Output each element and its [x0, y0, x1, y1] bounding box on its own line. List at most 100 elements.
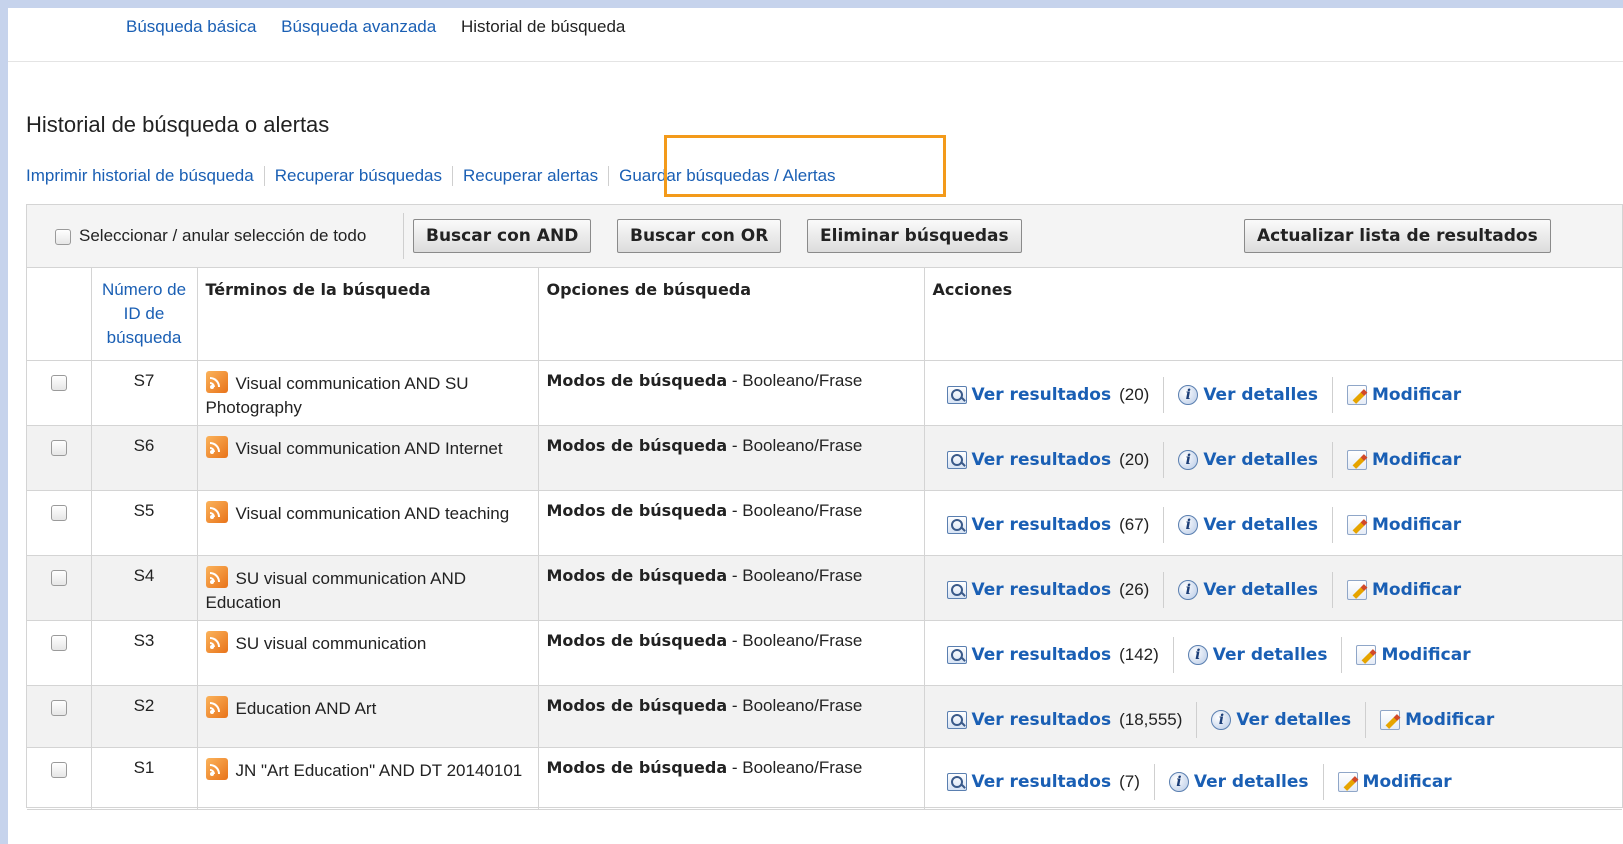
result-count: (7): [1119, 771, 1140, 791]
modify-label: Modificar: [1372, 579, 1462, 600]
modify-label: Modificar: [1372, 514, 1462, 535]
rss-feed-icon[interactable]: [205, 435, 228, 458]
search-options-label: Modos de búsqueda: [546, 500, 728, 520]
view-results-label: Ver resultados: [971, 449, 1112, 470]
view-results-link[interactable]: Ver resultados: [946, 772, 1111, 792]
view-results-link[interactable]: Ver resultados: [946, 710, 1111, 730]
modify-link[interactable]: Modificar: [1347, 579, 1462, 600]
row-checkbox[interactable]: [50, 374, 67, 391]
search-terms: SU visual communication: [235, 633, 427, 653]
view-details-link[interactable]: i Ver detalles: [1168, 771, 1309, 792]
divider: [1332, 571, 1333, 608]
row-actions: Ver resultados (20) i Ver detalles Modifi…: [933, 376, 1615, 413]
view-results-label: Ver resultados: [971, 514, 1112, 535]
search-options-label: Modos de búsqueda: [546, 435, 728, 455]
row-checkbox[interactable]: [50, 569, 67, 586]
refresh-results-button[interactable]: Actualizar lista de resultados: [1244, 219, 1551, 253]
modify-label: Modificar: [1381, 644, 1471, 665]
divider: [1341, 636, 1343, 673]
view-results-link[interactable]: Ver resultados: [946, 645, 1111, 665]
view-details-link[interactable]: i Ver detalles: [1187, 644, 1327, 665]
search-options-value: - Booleano/Frase: [727, 757, 863, 777]
row-actions: Ver resultados (67) i Ver detalles Modifi…: [933, 506, 1615, 543]
delete-searches-button[interactable]: Eliminar búsquedas: [807, 219, 1022, 253]
view-results-link[interactable]: Ver resultados: [946, 514, 1112, 535]
search-with-or-button[interactable]: Buscar con OR: [617, 219, 782, 253]
search-id: S3: [91, 620, 198, 685]
magnifier-icon: [946, 580, 967, 599]
retrieve-searches-link[interactable]: Recuperar búsquedas: [275, 166, 442, 186]
rss-feed-icon[interactable]: [205, 370, 228, 393]
print-history-link[interactable]: Imprimir historial de búsqueda: [26, 166, 254, 186]
view-results-link[interactable]: Ver resultados: [946, 385, 1111, 405]
divider: [1163, 376, 1165, 413]
table-row: S3 SU visual communication Modos de búsq…: [27, 620, 1622, 685]
view-details-link[interactable]: i Ver detalles: [1178, 579, 1318, 600]
nav-basic-search[interactable]: Búsqueda básica: [126, 17, 256, 36]
divider: [608, 166, 610, 186]
result-count: (67): [1119, 514, 1150, 534]
row-actions: Ver resultados (26) i Ver detalles Modifi…: [933, 571, 1615, 608]
view-details-label: Ver detalles: [1203, 579, 1318, 600]
search-id: S1: [91, 747, 198, 809]
search-history-table: Número de ID de búsqueda Términos de la …: [27, 268, 1622, 810]
header-search-id[interactable]: Número de ID de búsqueda: [91, 268, 198, 360]
row-checkbox[interactable]: [50, 504, 67, 521]
nav-advanced-search[interactable]: Búsqueda avanzada: [281, 17, 436, 36]
view-details-label: Ver detalles: [1203, 384, 1318, 405]
divider: [403, 213, 404, 259]
divider: [1322, 763, 1324, 800]
view-details-link[interactable]: i Ver detalles: [1178, 384, 1318, 405]
search-options-value: - Booleano/Frase: [727, 500, 863, 520]
row-checkbox[interactable]: [50, 699, 67, 716]
modify-link[interactable]: Modificar: [1347, 449, 1461, 470]
result-count: (20): [1119, 449, 1150, 469]
search-terms: Visual communication AND Internet: [235, 438, 503, 458]
modify-link[interactable]: Modificar: [1337, 771, 1452, 792]
rss-feed-icon[interactable]: [205, 630, 228, 653]
table-row: S5 Visual communication AND teaching Mod…: [27, 490, 1622, 555]
info-icon: i: [1168, 771, 1189, 792]
row-checkbox[interactable]: [50, 439, 67, 456]
table-header-row: Número de ID de búsqueda Términos de la …: [27, 268, 1622, 360]
rss-feed-icon[interactable]: [205, 757, 228, 780]
search-terms: Visual communication AND SU Photography: [205, 373, 469, 417]
view-details-link[interactable]: i Ver detalles: [1211, 709, 1351, 730]
row-checkbox[interactable]: [50, 761, 67, 778]
search-id: S7: [91, 360, 198, 425]
row-checkbox[interactable]: [50, 634, 67, 651]
view-details-link[interactable]: i Ver detalles: [1178, 514, 1318, 535]
result-count: (26): [1119, 579, 1150, 599]
view-results-link[interactable]: Ver resultados: [946, 579, 1112, 600]
edit-pencil-icon: [1380, 709, 1401, 730]
info-icon: i: [1178, 579, 1199, 600]
rss-feed-icon[interactable]: [205, 565, 228, 588]
modify-label: Modificar: [1372, 384, 1462, 405]
divider: [1332, 376, 1333, 413]
view-results-label: Ver resultados: [971, 579, 1112, 600]
search-id: S5: [91, 490, 198, 555]
page-title: Historial de búsqueda o alertas: [26, 112, 330, 137]
search-with-and-button[interactable]: Buscar con AND: [413, 219, 592, 253]
rss-feed-icon[interactable]: [205, 500, 228, 523]
retrieve-alerts-link[interactable]: Recuperar alertas: [463, 166, 598, 186]
divider: [1332, 506, 1333, 543]
view-details-link[interactable]: i Ver detalles: [1178, 449, 1318, 470]
select-all-checkbox[interactable]: [55, 229, 71, 245]
rss-feed-icon[interactable]: [205, 695, 228, 718]
edit-pencil-icon: [1347, 579, 1367, 600]
modify-link[interactable]: Modificar: [1347, 384, 1462, 405]
modify-link[interactable]: Modificar: [1347, 514, 1462, 535]
history-toolbar: Seleccionar / anular selección de todo B…: [27, 205, 1622, 268]
view-results-link[interactable]: Ver resultados: [946, 449, 1112, 470]
edit-pencil-icon: [1347, 384, 1367, 405]
page: Búsqueda básica Búsqueda avanzada Histor…: [8, 8, 1623, 844]
magnifier-icon: [946, 772, 967, 791]
modify-link[interactable]: Modificar: [1356, 644, 1471, 665]
search-options-label: Modos de búsqueda: [546, 630, 728, 650]
result-count: (18,555): [1119, 709, 1183, 729]
top-navigation: Búsqueda básica Búsqueda avanzada Histor…: [8, 8, 1623, 62]
header-search-terms: Términos de la búsqueda: [197, 268, 539, 360]
modify-link[interactable]: Modificar: [1380, 709, 1494, 730]
info-icon: i: [1178, 384, 1199, 405]
